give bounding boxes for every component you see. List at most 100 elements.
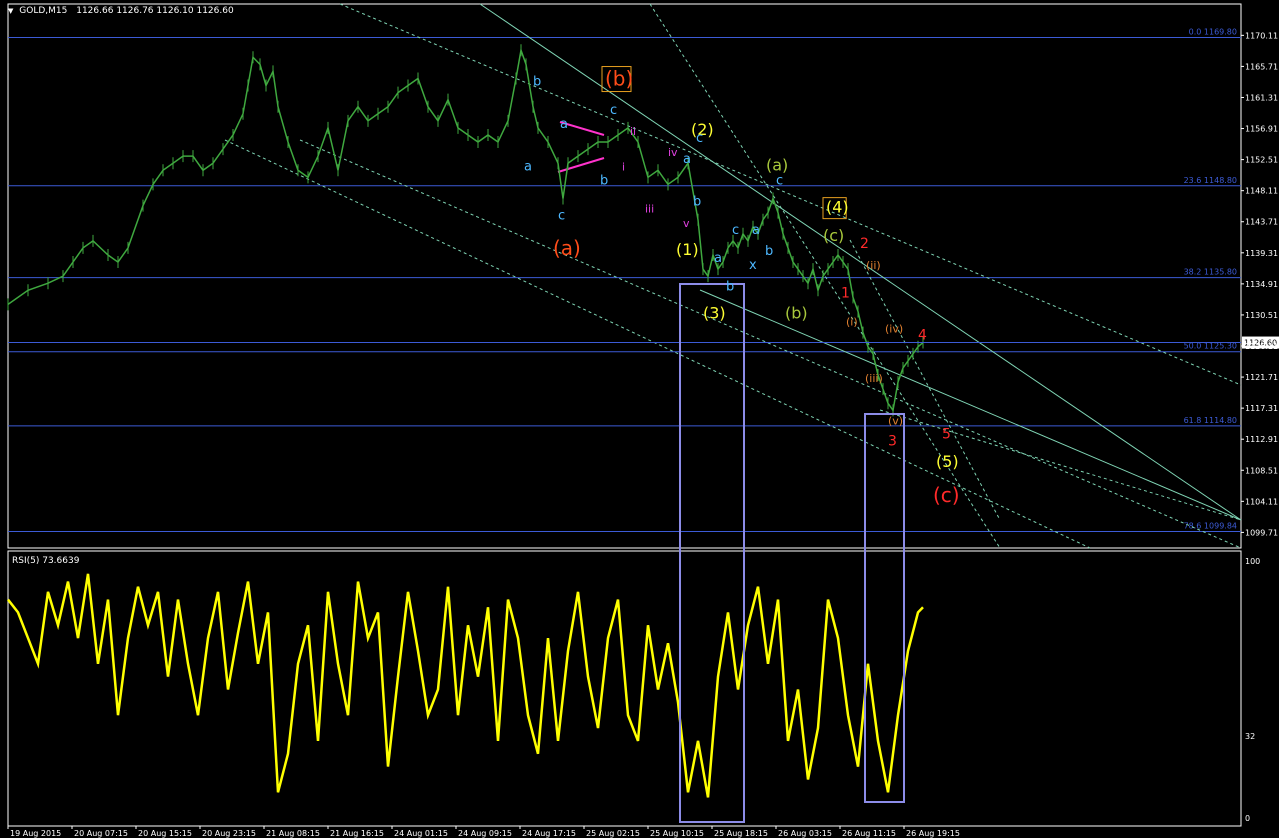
- highlight-box-wave-c: [864, 413, 905, 803]
- price-tick-label: 1161.31: [1245, 93, 1278, 102]
- wave-labels: (a)(b)(c)(1)(2)(3)(4)(5)(a)(b)(c)abacbcc…: [524, 66, 960, 507]
- price-tick-label: 1139.31: [1245, 249, 1278, 258]
- time-tick-label: 25 Aug 02:15: [586, 829, 640, 838]
- wave-label: v: [683, 217, 690, 230]
- price-tick-label: 1108.51: [1245, 466, 1278, 475]
- wave-label: b: [693, 195, 701, 210]
- rsi-tick-label: 32: [1245, 732, 1255, 741]
- wave-label: 5: [942, 427, 951, 443]
- axes: 1126.601170.111165.711161.311156.911152.…: [7, 31, 1279, 838]
- ohlc-label: 1126.66 1126.76 1126.10 1126.60: [76, 6, 234, 16]
- channel-lines: [224, 3, 1242, 549]
- wave-label: (ii): [866, 259, 881, 272]
- wave-label: x: [749, 258, 757, 273]
- wave-label: b: [726, 279, 734, 294]
- rsi-label: RSI(5) 73.6639: [12, 556, 80, 566]
- wave-label: c: [558, 209, 565, 224]
- fib-level-label: 50.0 1125.30: [1184, 342, 1237, 351]
- time-tick-label: 24 Aug 09:15: [458, 829, 512, 838]
- time-tick-label: 24 Aug 01:15: [394, 829, 448, 838]
- wave-label: (iv): [885, 323, 903, 336]
- wave-label: 4: [918, 328, 927, 344]
- price-tick-label: 1148.11: [1245, 187, 1278, 196]
- chart-canvas: 0.0 1169.80 23.6 1148.80 38.2 1135.80 50.0 …: [7, 3, 1279, 838]
- fib-level-label: 61.8 1114.80: [1184, 416, 1237, 425]
- channel-line: [699, 289, 1242, 521]
- wave-label: (c): [823, 226, 844, 245]
- wave-label: c: [776, 173, 783, 188]
- wave-label: b: [600, 173, 608, 188]
- wave-label: (a): [766, 155, 788, 174]
- wave-label: 2: [860, 236, 869, 252]
- price-tick-label: 1126.11: [1245, 342, 1278, 351]
- wave-label: (b): [605, 67, 633, 91]
- price-line: [7, 47, 924, 413]
- time-tick-label: 19 Aug 2015: [10, 829, 61, 838]
- wave-label: (1): [676, 240, 699, 259]
- price-series: [7, 44, 1241, 417]
- wave-label: (v): [888, 414, 903, 427]
- price-tick-label: 1099.71: [1245, 528, 1278, 537]
- fib-level-label: 38.2 1135.80: [1184, 268, 1237, 277]
- wave-label: (i): [846, 316, 858, 329]
- wave-label: 1: [841, 285, 850, 301]
- wave-label: a: [752, 223, 760, 238]
- time-tick-label: 25 Aug 18:15: [714, 829, 768, 838]
- wave-label: (b): [785, 304, 808, 323]
- symbol-label: GOLD,M15: [19, 6, 68, 16]
- panel-frames: [7, 3, 1242, 827]
- price-tick-label: 1130.51: [1245, 311, 1278, 320]
- wave-label: (iii): [865, 372, 883, 385]
- wave-label: c: [610, 103, 617, 118]
- time-tick-label: 24 Aug 17:15: [522, 829, 576, 838]
- channel-line: [479, 3, 1242, 521]
- wave-label: b: [533, 75, 541, 90]
- price-tick-label: 1104.11: [1245, 497, 1278, 506]
- price-tick-label: 1121.71: [1245, 373, 1278, 382]
- price-tick-label: 1112.91: [1245, 435, 1278, 444]
- rsi-tick-label: 100: [1245, 557, 1260, 566]
- triangle-lower-line: [557, 157, 605, 173]
- wave-label: a: [560, 117, 568, 132]
- rsi-tick-label: 0: [1245, 814, 1250, 823]
- price-tick-label: 1143.71: [1245, 218, 1278, 227]
- price-tick-label: 1165.71: [1245, 62, 1278, 71]
- rsi-header: RSI(5) 73.6639: [12, 556, 79, 566]
- wave-label: c: [696, 131, 703, 146]
- time-tick-label: 20 Aug 23:15: [202, 829, 256, 838]
- fibonacci-levels: 0.0 1169.80 23.6 1148.80 38.2 1135.80 50.0 …: [8, 28, 1241, 532]
- time-tick-label: 26 Aug 19:15: [906, 829, 960, 838]
- time-tick-label: 26 Aug 11:15: [842, 829, 896, 838]
- wave-label: (4): [826, 198, 849, 217]
- wave-label: (5): [936, 452, 959, 471]
- wave-label: c: [732, 223, 739, 238]
- wave-label: a: [714, 251, 722, 266]
- time-tick-label: 20 Aug 07:15: [74, 829, 128, 838]
- wave-label: b: [765, 244, 773, 259]
- channel-line: [339, 3, 1242, 386]
- price-tick-label: 1156.91: [1245, 125, 1278, 134]
- rsi-line: [7, 573, 924, 798]
- fib-level-label: 23.6 1148.80: [1184, 176, 1237, 185]
- wave-label: i: [622, 160, 625, 173]
- rsi-series: [7, 573, 924, 798]
- wave-label: iii: [645, 203, 654, 216]
- wave-label: 3: [888, 434, 897, 450]
- time-tick-label: 20 Aug 15:15: [138, 829, 192, 838]
- chart-menu-icon[interactable]: ▼: [8, 7, 13, 15]
- time-tick-label: 25 Aug 10:15: [650, 829, 704, 838]
- wave-label: a: [524, 159, 532, 174]
- price-tick-label: 1152.51: [1245, 156, 1278, 165]
- price-tick-label: 1170.11: [1245, 31, 1278, 40]
- time-tick-label: 26 Aug 03:15: [778, 829, 832, 838]
- time-tick-label: 21 Aug 08:15: [266, 829, 320, 838]
- chart-header: ▼ GOLD,M15 1126.66 1126.76 1126.10 1126.…: [8, 6, 234, 16]
- price-tick-label: 1117.31: [1245, 404, 1278, 413]
- wave-label: (3): [703, 304, 726, 323]
- wave-label: (c): [933, 483, 960, 507]
- wave-label: ii: [630, 125, 636, 138]
- price-tick-label: 1134.91: [1245, 280, 1278, 289]
- wave-label: iv: [668, 146, 678, 159]
- fib-level-label: 78.6 1099.84: [1184, 521, 1237, 530]
- wave-label: (a): [553, 236, 581, 260]
